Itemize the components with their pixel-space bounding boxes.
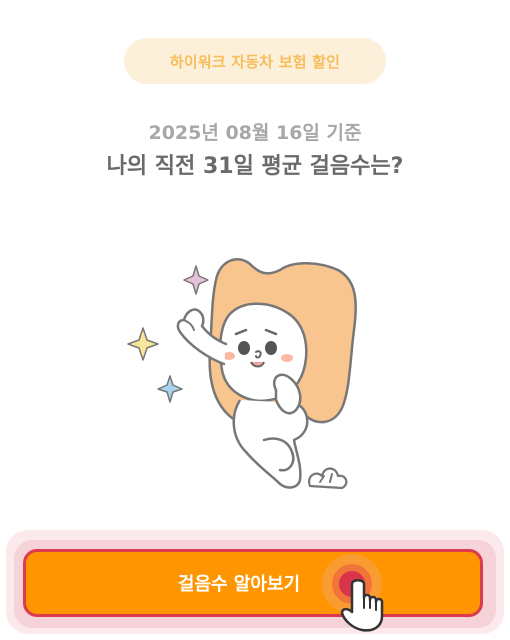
sparkle-blue-icon — [157, 375, 183, 403]
mascot-illustration — [127, 258, 357, 490]
pointing-hand-icon — [322, 554, 384, 632]
mascot-eye-left — [238, 341, 250, 355]
sparkle-yellow-icon — [127, 327, 159, 361]
mascot-body — [232, 399, 309, 489]
reference-date: 2025년 08월 16일 기준 — [148, 122, 362, 144]
mascot-blush-right — [281, 354, 293, 362]
promo-badge-label: 하이워크 자동차 보험 할인 — [169, 52, 341, 71]
mascot-eye-right — [265, 341, 277, 355]
check-steps-button-label: 걸음수 알아보기 — [177, 574, 301, 595]
page: 하이워크 자동차 보험 할인 2025년 08월 16일 기준 나의 직전 31… — [0, 0, 510, 640]
check-steps-button[interactable]: 걸음수 알아보기 — [23, 549, 483, 617]
dust-puff-icon — [308, 467, 348, 490]
promo-badge: 하이워크 자동차 보험 할인 — [124, 38, 386, 84]
page-title: 나의 직전 31일 평균 걸음수는? — [106, 154, 404, 179]
sparkle-pink-icon — [183, 265, 209, 295]
